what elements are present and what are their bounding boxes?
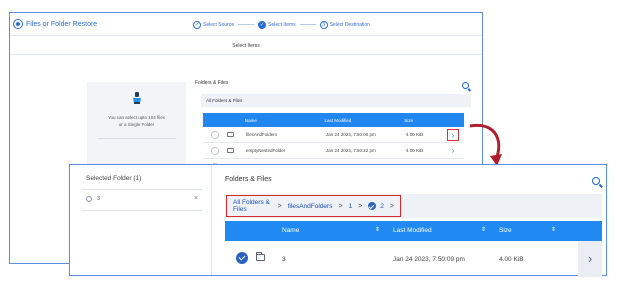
table-row[interactable]: emptyNestedFolder Jan 24 2023, 7:50:22 p… [203,143,464,159]
breadcrumb: All Folders & Files [201,94,471,107]
sort-icon[interactable]: ⇕ [551,226,556,233]
step-label: Select Source [203,21,235,28]
folder-icon [255,252,265,261]
check-circle-icon: ✓ [193,20,201,29]
folder-icon [227,132,234,137]
chevron-right-icon[interactable]: › [447,129,459,141]
restore-window-foreground: Selected Folder (1) 3 × Folders & Files … [69,164,607,277]
files-table: Name ⇕ Last Modified ⇕ Size ⇕ 3 Jan 24 2… [225,221,602,277]
table-row[interactable]: filesAndFolders Jan 24 2023, 7:50:00 pm … [203,127,464,143]
search-icon[interactable] [592,177,600,185]
step-label: Select Items [268,21,296,28]
divider [82,189,202,190]
selected-folder-title: Selected Folder (1) [86,175,142,182]
row-radio[interactable] [211,146,219,155]
close-icon[interactable]: × [194,195,198,202]
chevron-right-icon[interactable]: › [578,241,602,277]
restore-icon [13,19,23,29]
row-size: 4.00 KiB [499,256,524,263]
step-label: Select Destination [329,21,370,28]
column-size[interactable]: Size [499,227,512,234]
breadcrumb-root[interactable]: All Folders & Files [206,98,242,103]
breadcrumb-separator: > [277,202,282,210]
step-select-source[interactable]: ✓ Select Source [193,20,235,29]
check-circle-icon: ✓ [258,20,267,29]
breadcrumb: All Folders & Files > filesAndFolders > … [226,195,401,217]
table-header: Name ⇕ Last Modified ⇕ Size ⇕ [225,221,602,241]
hint-line: You can select upto 104 files [107,115,166,120]
column-last-modified[interactable]: Last Modified [325,118,405,123]
row-name: emptyNestedFolder [246,148,286,153]
divider [82,210,202,211]
breadcrumb-separator: > [358,202,363,210]
breadcrumb-bar: All Folders & Files > filesAndFolders > … [225,194,602,218]
step-select-destination[interactable]: 3 Select Destination [319,20,370,29]
folders-files-section: Folders & Files All Folders & Files Name… [193,80,481,175]
row-modified: Jan 24 2023, 7:50:22 pm [326,148,376,153]
section-title: Folders & Files [225,176,272,183]
breadcrumb-separator: > [338,202,343,210]
column-last-modified[interactable]: Last Modified [393,227,432,234]
selected-item: 3 [86,196,100,202]
wizard-steps: ✓ Select Source ✓ Select Items 3 Select … [193,13,370,36]
window-header: Files or Folder Restore ✓ Select Source … [10,13,482,36]
section-title: Folders & Files [195,80,229,86]
page-subtitle: Select Items [10,37,482,55]
breadcrumb-current-label: 2 [380,202,384,210]
step-number: 3 [319,20,328,29]
column-name[interactable]: Name [282,227,299,234]
upload-hand-icon [133,92,141,104]
selection-hint-text: You can select upto 104 files or a Singl… [87,114,186,128]
check-circle-icon [368,202,377,210]
breadcrumb-current: 2 [368,202,384,210]
row-name: 3 [282,256,286,263]
chevron-right-icon[interactable]: › [447,145,459,157]
breadcrumb-separator: > [389,202,394,210]
folder-icon [227,148,234,153]
row-selected-check-icon[interactable] [236,252,248,264]
sort-icon[interactable]: ⇕ [481,226,486,233]
breadcrumb-level1[interactable]: filesAndFolders [288,203,333,210]
sort-icon[interactable]: ⇕ [375,226,380,233]
row-modified: Jan 24 2023, 7:50:09 pm [393,256,465,263]
breadcrumb-root[interactable]: All Folders & Files [233,199,272,213]
step-divider [299,24,316,25]
table-row[interactable]: 3 Jan 24 2023, 7:50:09 pm 4.00 KiB › [225,241,602,277]
table-header: Name Last Modified Size [203,113,464,127]
folder-status-icon [86,196,92,202]
column-size[interactable]: Size [404,118,464,123]
breadcrumb-level2[interactable]: 1 [349,203,353,210]
column-name[interactable]: Name [245,118,325,123]
row-name: filesAndFolders [246,132,278,137]
selected-folder-panel: Selected Folder (1) 3 × [70,165,212,275]
step-divider [238,24,255,25]
search-icon[interactable] [462,82,469,89]
row-radio[interactable] [211,130,219,139]
callout-arrow-icon [469,123,502,166]
window-title: Files or Folder Restore [26,20,98,28]
selected-item-label: 3 [97,196,101,202]
divider [98,138,176,139]
step-select-items[interactable]: ✓ Select Items [258,20,296,29]
hint-line: or a Single Folder [118,122,155,127]
row-modified: Jan 24 2023, 7:50:00 pm [326,132,376,137]
